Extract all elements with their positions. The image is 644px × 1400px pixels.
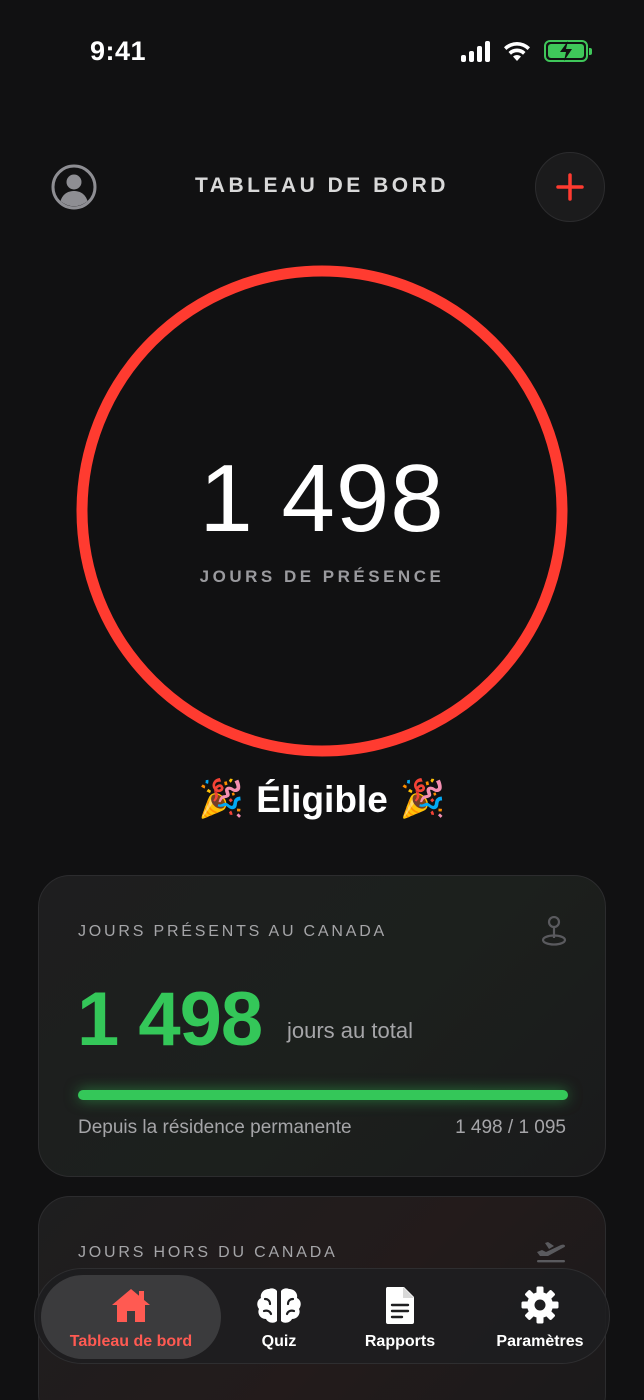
tab-dashboard[interactable]: Tableau de bord: [41, 1275, 221, 1359]
gear-icon: [521, 1286, 559, 1324]
card-title: JOURS HORS DU CANADA: [78, 1244, 338, 1261]
status-icons: [461, 40, 592, 62]
party-popper-icon: 🎉: [399, 778, 446, 819]
tab-settings[interactable]: Paramètres: [475, 1275, 605, 1359]
battery-icon: [544, 40, 592, 62]
add-button[interactable]: [535, 152, 605, 222]
days-present-count: 1 498: [77, 977, 263, 1062]
brain-icon: [257, 1288, 301, 1323]
tab-bar: Tableau de bord Quiz Rapports Paramètres: [34, 1268, 610, 1364]
home-icon: [112, 1289, 150, 1322]
cellular-signal-icon: [461, 40, 490, 62]
presence-ring: 1 498 JOURS DE PRÉSENCE: [72, 264, 572, 758]
card-title: JOURS PRÉSENTS AU CANADA: [78, 923, 388, 940]
status-time: 9:41: [90, 36, 147, 66]
presence-label: JOURS DE PRÉSENCE: [199, 567, 445, 586]
airplane-departure-icon: [537, 1242, 566, 1263]
party-popper-icon: 🎉: [198, 778, 245, 819]
plus-icon: [556, 173, 584, 201]
status-bar: 9:41: [0, 0, 644, 100]
map-pin-icon: [541, 916, 567, 946]
tab-reports[interactable]: Rapports: [345, 1275, 455, 1359]
days-present-progress-fill: [78, 1090, 568, 1100]
days-ratio: 1 498 / 1 095: [455, 1117, 566, 1138]
since-residence-label: Depuis la résidence permanente: [78, 1117, 352, 1138]
eligibility-text: Éligible: [256, 778, 388, 820]
document-icon: [385, 1287, 414, 1324]
days-present-card[interactable]: JOURS PRÉSENTS AU CANADA 1 498 jours au …: [38, 875, 606, 1177]
header: TABLEAU DE BORD: [0, 150, 644, 222]
days-present-progress-track: [78, 1090, 568, 1100]
days-present-unit: jours au total: [287, 1018, 413, 1043]
tab-quiz[interactable]: Quiz: [231, 1275, 327, 1359]
presence-day-count: 1 498: [199, 445, 445, 552]
wifi-icon: [504, 41, 530, 61]
eligibility-status: 🎉 Éligible 🎉: [0, 778, 644, 821]
